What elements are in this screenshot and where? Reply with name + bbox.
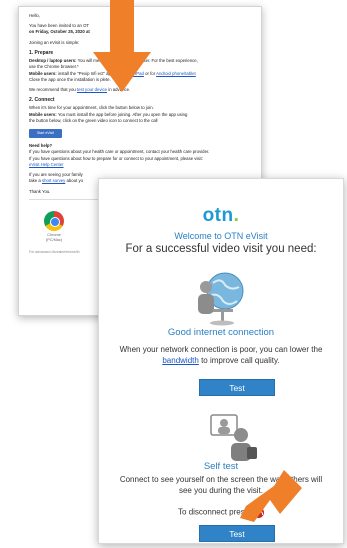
family-c: about yo <box>66 178 84 184</box>
intro-text: You have been invited to an OT <box>29 23 90 29</box>
internet-section-title: Good internet connection <box>167 327 275 338</box>
browser-platform: (PC/Mac) <box>45 238 63 243</box>
desktop-text-c: use the Chrome browser.* <box>29 64 79 70</box>
survey-link[interactable]: short survey <box>42 178 65 183</box>
recommend-a: We recommend that you <box>29 87 76 92</box>
connect-mobile-a: You must install the app before joining.… <box>57 111 188 117</box>
disconnect-text: To disconnect press <box>178 507 249 517</box>
help-center-link[interactable]: eVisit Help Center <box>29 162 64 167</box>
desktop-label: Desktop / laptop users: <box>29 58 77 64</box>
self-test-person-icon <box>210 414 257 461</box>
desktop-text-a: You will <box>77 58 93 64</box>
connect-mobile-label: Mobile users: <box>29 111 57 117</box>
bandwidth-link[interactable]: bandwidth <box>162 356 198 365</box>
connect-text: When it's time for your appointment, cli… <box>29 105 251 124</box>
connect-heading: 2. Connect <box>29 97 55 104</box>
internet-text-a: When your network connection is poor, yo… <box>119 345 323 354</box>
self-test-title: Self test <box>203 461 239 472</box>
chrome-browser-link[interactable]: Chrome (PC/Mac) <box>37 210 71 244</box>
headline: For a successful video visit you need: <box>125 243 317 255</box>
logo-dot: . <box>233 205 240 226</box>
otn-logo: otn. <box>99 205 343 227</box>
connect-desktop: When it's time for your appointment, cli… <box>29 105 154 111</box>
internet-text-b: to improve call quality. <box>201 355 280 365</box>
chrome-icon <box>44 210 64 231</box>
logo-text: otn <box>202 205 234 226</box>
mobile-text-a: install the "Pexip Infi <box>57 70 97 76</box>
arrow-pointer-icon <box>240 470 302 522</box>
help-text: If you have questions about your health … <box>29 149 251 168</box>
internet-globe-icon <box>198 272 244 326</box>
internet-section-text: When your network connection is poor, yo… <box>117 345 325 366</box>
mobile-text-c: Close the app once the installation is <box>29 76 99 82</box>
family-a: If you are seeing your family <box>29 172 83 178</box>
welcome-title: Welcome to OTN eVisit <box>174 231 268 241</box>
family-b: take a <box>29 178 41 184</box>
help-a: If you have questions about your health … <box>29 149 210 155</box>
network-test-button[interactable]: Test <box>199 379 275 396</box>
appointment-date: on Friday, October 25, 2020 at <box>29 29 90 35</box>
mobile-label: Mobile users: <box>29 70 57 76</box>
connect-mobile-b: the button below, click on the green vid… <box>29 117 158 123</box>
join-evisit-button[interactable]: Start eVisit <box>29 129 62 139</box>
arrow-down-icon <box>93 0 151 92</box>
evisit-panel: otn. Welcome to OTN eVisit For a success… <box>98 178 344 544</box>
android-app-link[interactable]: Android phone/tablet <box>156 71 196 76</box>
disconnect-instruction: To disconnect press <box>99 507 343 518</box>
help-b: If you have questions about how to prepa… <box>29 155 203 161</box>
